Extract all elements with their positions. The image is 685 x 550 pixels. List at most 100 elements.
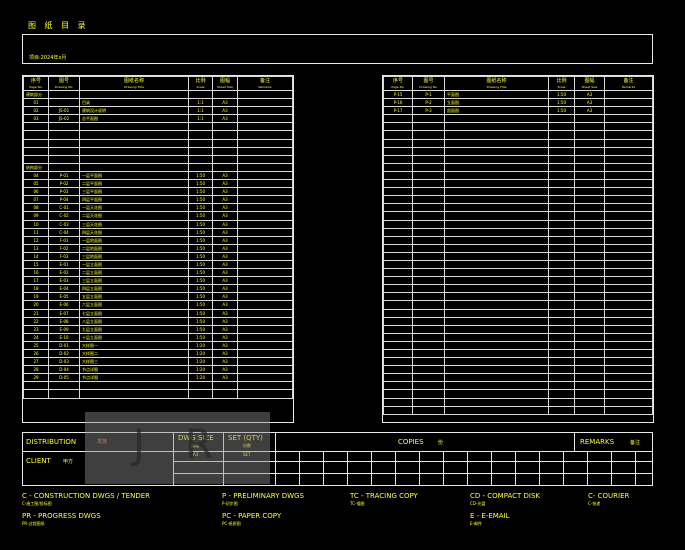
right-table-cell xyxy=(444,154,549,164)
left-header-cell: 图幅 Sheet Size xyxy=(212,76,238,91)
right-table-cell xyxy=(548,227,575,237)
left-table-cell xyxy=(237,211,293,221)
left-table-cell: 18 xyxy=(23,284,49,294)
right-table-cell xyxy=(604,138,653,148)
left-table-cell: 1:50 xyxy=(188,227,213,237)
right-table-cell xyxy=(574,162,605,172)
left-table-row: 20 E-06 六层立面图 1:50 A3 xyxy=(23,300,293,310)
left-table-row xyxy=(23,389,293,399)
right-table-cell xyxy=(383,251,413,261)
copies-grid-line xyxy=(515,451,516,485)
right-table-cell xyxy=(604,146,653,156)
left-table-cell: E-06 xyxy=(48,300,80,310)
left-table-cell: 一层立面图 xyxy=(79,259,189,270)
left-table-cell: 四层立面图 xyxy=(79,284,189,294)
right-table-cell xyxy=(604,268,653,278)
client-label: CLIENT xyxy=(26,457,51,465)
right-table-cell xyxy=(548,292,575,302)
right-table-cell xyxy=(383,235,413,245)
right-table-cell xyxy=(412,154,445,164)
right-table-row xyxy=(383,251,653,261)
left-table-cell: 二层平面图 xyxy=(79,179,189,189)
right-table-cell xyxy=(444,389,549,399)
right-table-cell xyxy=(604,348,653,359)
left-table-cell: 1:50 xyxy=(188,251,213,261)
right-table-cell xyxy=(604,316,653,326)
left-table-row: 19 E-05 五层立面图 1:50 A3 xyxy=(23,292,293,302)
left-table-cell: 1:50 xyxy=(188,179,213,189)
left-table-cell xyxy=(237,381,293,391)
left-table-cell: A3 xyxy=(212,211,238,221)
left-table-cell xyxy=(23,130,49,140)
left-table-row: 03 JS-02 总平面图 1:1 A3 xyxy=(23,114,293,124)
right-header-row: 序号 Page No. 图号 Drawing No. 图纸名称 Drawing Title… xyxy=(383,76,653,91)
left-table-cell xyxy=(237,357,293,367)
right-table-cell xyxy=(412,340,445,351)
left-table-cell: 大样图一 xyxy=(79,340,189,351)
right-table-cell xyxy=(444,187,549,197)
right-table-cell xyxy=(412,284,445,294)
right-table-cell xyxy=(548,324,575,334)
right-table-cell xyxy=(383,195,413,205)
legend-item-paper-copy: PC - PAPER COPY PC-纸质图 xyxy=(222,512,282,526)
right-table-cell xyxy=(383,324,413,334)
right-table-row xyxy=(383,292,653,302)
left-table-cell xyxy=(212,154,238,164)
left-table-cell: E-03 xyxy=(48,276,80,286)
right-table-cell xyxy=(412,397,445,407)
right-table-cell: A3 xyxy=(574,89,605,100)
left-table-row: 15 E-01 一层立面图 1:50 A3 xyxy=(23,259,293,270)
right-table-cell xyxy=(548,146,575,156)
right-table-cell xyxy=(412,292,445,302)
right-table-cell xyxy=(604,170,653,181)
right-table-cell xyxy=(383,130,413,140)
right-table-cell xyxy=(548,373,575,383)
left-table-cell: 1:50 xyxy=(188,324,213,334)
left-table-cell xyxy=(48,130,80,140)
right-table-cell xyxy=(444,203,549,213)
right-table-cell xyxy=(383,292,413,302)
right-table-row xyxy=(383,316,653,326)
right-table-cell xyxy=(604,332,653,342)
right-table-cell xyxy=(412,357,445,367)
right-table-cell xyxy=(444,373,549,383)
left-table-cell xyxy=(188,89,213,100)
right-table-cell xyxy=(574,195,605,205)
left-table-cell: 二层立面图 xyxy=(79,268,189,278)
left-table-cell: 一层天花图 xyxy=(79,203,189,213)
left-table-cell: 总平面图 xyxy=(79,114,189,124)
right-table-row: P-15 P-1 平面图 1:50 A3 xyxy=(383,89,653,100)
right-table-cell xyxy=(548,138,575,148)
right-table-cell xyxy=(574,227,605,237)
right-table-cell xyxy=(444,243,549,253)
right-table-cell xyxy=(574,219,605,229)
copies-grid-line xyxy=(443,451,444,485)
right-table-cell xyxy=(604,324,653,334)
left-table-cell xyxy=(48,89,80,100)
left-table-cell: 一层地面图 xyxy=(79,235,189,245)
right-table-cell xyxy=(412,146,445,156)
left-table-cell xyxy=(48,154,80,164)
left-table-cell xyxy=(23,381,49,391)
left-table-cell: 二层地面图 xyxy=(79,243,189,253)
right-table-row xyxy=(383,300,653,310)
copies-grid-line xyxy=(299,451,300,485)
right-table-row xyxy=(383,235,653,245)
right-table-cell xyxy=(412,138,445,148)
left-table-cell xyxy=(237,235,293,245)
right-table-row xyxy=(383,211,653,221)
right-table-cell xyxy=(444,340,549,351)
left-table-cell: 节点详图 xyxy=(79,365,189,375)
right-table-cell xyxy=(548,381,575,391)
right-table-cell xyxy=(604,89,653,100)
left-table-cell: 1:50 xyxy=(188,276,213,286)
right-header-cell: 序号 Page No. xyxy=(383,76,413,91)
right-table-cell xyxy=(548,357,575,367)
left-table-cell: A3 xyxy=(212,357,238,367)
left-table-cell: 19 xyxy=(23,292,49,302)
left-table-cell: E-05 xyxy=(48,292,80,302)
right-table-row xyxy=(383,138,653,148)
remarks-value: 备注 xyxy=(630,440,641,446)
left-table-cell: C-04 xyxy=(48,227,80,237)
right-table-cell: 平面图 xyxy=(444,89,549,100)
